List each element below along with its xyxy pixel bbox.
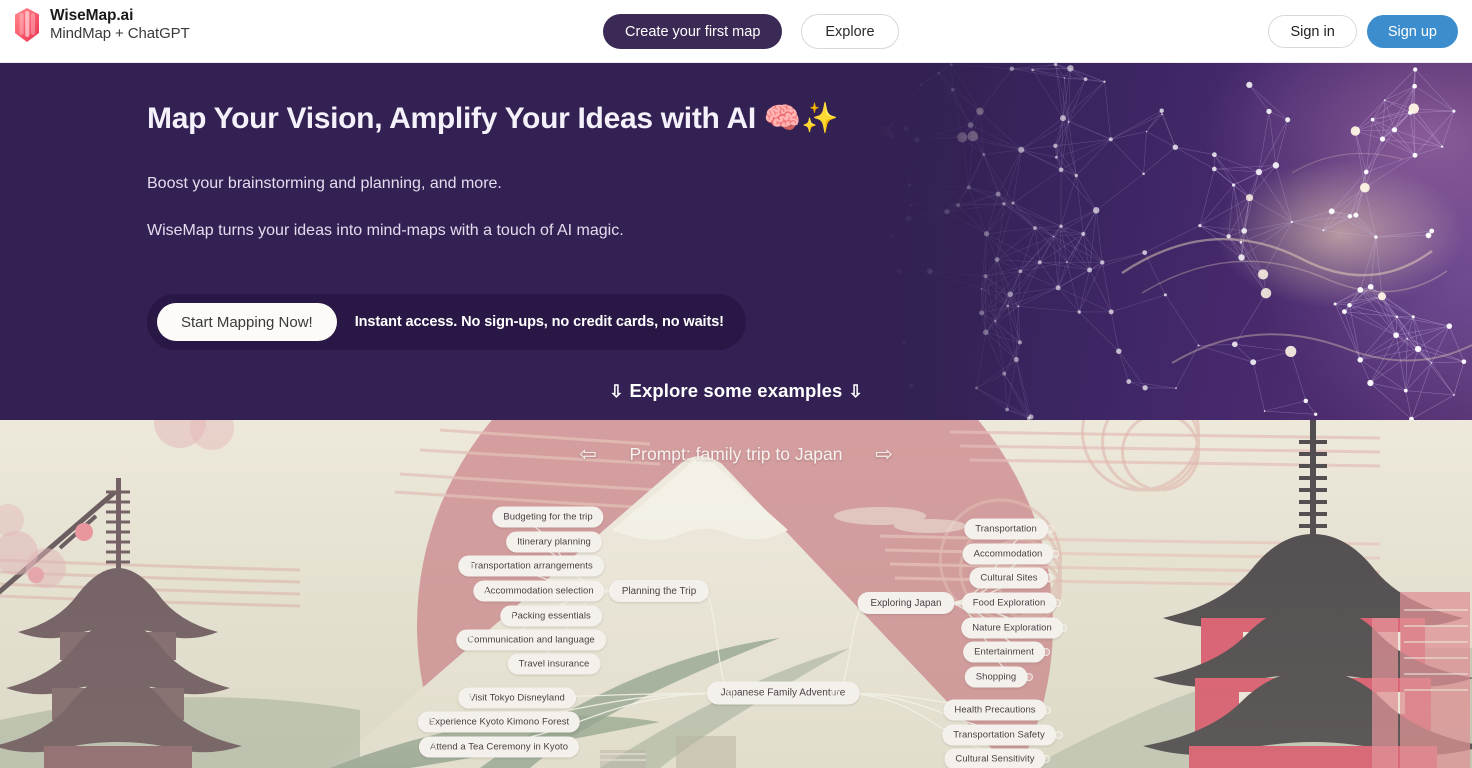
mindmap-leaf-node-11[interactable]: Transportation	[964, 518, 1048, 540]
node-handle[interactable]	[464, 694, 472, 702]
node-handle[interactable]	[1042, 755, 1050, 763]
node-handle[interactable]	[427, 718, 435, 726]
node-handle[interactable]	[1042, 648, 1050, 656]
node-handle[interactable]	[1025, 673, 1033, 681]
mindmap-leaf-node-15[interactable]: Nature Exploration	[961, 617, 1063, 639]
cta-note: Instant access. No sign-ups, no credit c…	[354, 314, 724, 330]
mindmap-leaf-node-16[interactable]: Entertainment	[963, 641, 1045, 663]
explore-button[interactable]: Explore	[801, 14, 899, 49]
site-header: WiseMap.ai MindMap + ChatGPT Create your…	[0, 0, 1472, 63]
node-handle-right[interactable]	[831, 689, 839, 697]
node-handle[interactable]	[507, 612, 515, 620]
node-handle[interactable]	[1059, 624, 1067, 632]
wisemap-hexagon-logo-icon	[14, 7, 40, 42]
node-handle[interactable]	[1046, 525, 1054, 533]
node-handle[interactable]	[428, 743, 436, 751]
node-handle[interactable]	[1055, 731, 1063, 739]
node-handle[interactable]	[466, 636, 474, 644]
explore-examples-label: Explore some examples	[629, 380, 843, 401]
mindmap-leaf-node-19[interactable]: Transportation Safety	[942, 724, 1056, 746]
node-handle[interactable]	[1051, 550, 1059, 558]
explore-examples-link[interactable]: ⇩ Explore some examples ⇩	[0, 380, 1472, 402]
mindmap-leaf-node-4[interactable]: Accommodation selection	[473, 580, 605, 602]
node-handle[interactable]	[466, 562, 474, 570]
sign-up-button[interactable]: Sign up	[1366, 15, 1458, 48]
brand[interactable]: WiseMap.ai MindMap + ChatGPT	[14, 7, 190, 42]
mindmap-leaf-node-5[interactable]: Packing essentials	[500, 605, 602, 627]
mindmap-leaf-node-3[interactable]: Transportation arrangements	[458, 555, 604, 577]
prev-example-arrow-icon[interactable]: ⇦	[565, 442, 611, 467]
mindmap-branch-node-2[interactable]: Exploring Japan	[857, 592, 955, 614]
create-first-map-button[interactable]: Create your first map	[603, 14, 783, 49]
node-handle[interactable]	[1053, 599, 1061, 607]
arrow-down-right-icon: ⇩	[848, 382, 863, 401]
node-handle[interactable]	[1045, 574, 1053, 582]
sign-in-button[interactable]: Sign in	[1268, 15, 1357, 48]
hero-cta-pill: Start Mapping Now! Instant access. No si…	[147, 294, 746, 350]
mindmap-leaf-node-6[interactable]: Communication and language	[456, 629, 606, 651]
mindmap-leaf-node-1[interactable]: Budgeting for the trip	[492, 506, 604, 528]
hero-paragraph-1: Boost your brainstorming and planning, a…	[147, 175, 502, 192]
brand-title: WiseMap.ai	[50, 7, 134, 24]
network-constellation-graphic	[872, 63, 1472, 420]
mindmap-leaf-node-9[interactable]: Experience Kyoto Kimono Forest	[417, 711, 581, 733]
mindmap-leaf-node-2[interactable]: Itinerary planning	[506, 531, 602, 553]
page-title: Map Your Vision, Amplify Your Ideas with…	[147, 102, 839, 135]
mindmap-leaf-node-8[interactable]: Visit Tokyo Disneyland	[458, 687, 576, 709]
mindmap-leaf-node-13[interactable]: Cultural Sites	[969, 567, 1049, 589]
prompt-bar: ⇦ Prompt: family trip to Japan ⇨	[0, 432, 1472, 477]
node-handle[interactable]	[479, 587, 487, 595]
hero-section: Map Your Vision, Amplify Your Ideas with…	[0, 63, 1472, 420]
node-handle[interactable]	[1043, 706, 1051, 714]
mindmap-leaf-node-7[interactable]: Travel insurance	[507, 653, 601, 675]
next-example-arrow-icon[interactable]: ⇨	[861, 442, 907, 467]
node-handle[interactable]	[510, 538, 518, 546]
header-nav-center: Create your first map Explore	[603, 14, 899, 49]
header-nav-right: Sign in Sign up	[1268, 15, 1458, 48]
mindmap-leaf-node-20[interactable]: Cultural Sensitivity	[944, 748, 1046, 768]
node-handle-left[interactable]	[727, 689, 735, 697]
mindmap-leaf-node-17[interactable]: Shopping	[964, 666, 1028, 688]
mindmap-branch-node-1[interactable]: Planning the Trip	[608, 580, 710, 602]
arrow-down-left-icon: ⇩	[609, 382, 624, 401]
hero-paragraph-2: WiseMap turns your ideas into mind-maps …	[147, 221, 624, 239]
mindmap-leaf-node-12[interactable]: Accommodation	[962, 543, 1054, 565]
node-handle[interactable]	[496, 513, 504, 521]
examples-section: ⇦ Prompt: family trip to Japan ⇨ Japanes…	[0, 420, 1472, 768]
node-handle[interactable]	[511, 660, 519, 668]
start-mapping-button[interactable]: Start Mapping Now!	[157, 303, 337, 341]
mindmap-leaf-node-14[interactable]: Food Exploration	[961, 592, 1057, 614]
mindmap-leaf-node-18[interactable]: Health Precautions	[943, 699, 1047, 721]
brand-subtitle: MindMap + ChatGPT	[50, 24, 190, 42]
mindmap-leaf-node-10[interactable]: Attend a Tea Ceremony in Kyoto	[418, 736, 580, 758]
hero-copy: Map Your Vision, Amplify Your Ideas with…	[147, 101, 907, 242]
prompt-label: Prompt: family trip to Japan	[629, 444, 843, 464]
